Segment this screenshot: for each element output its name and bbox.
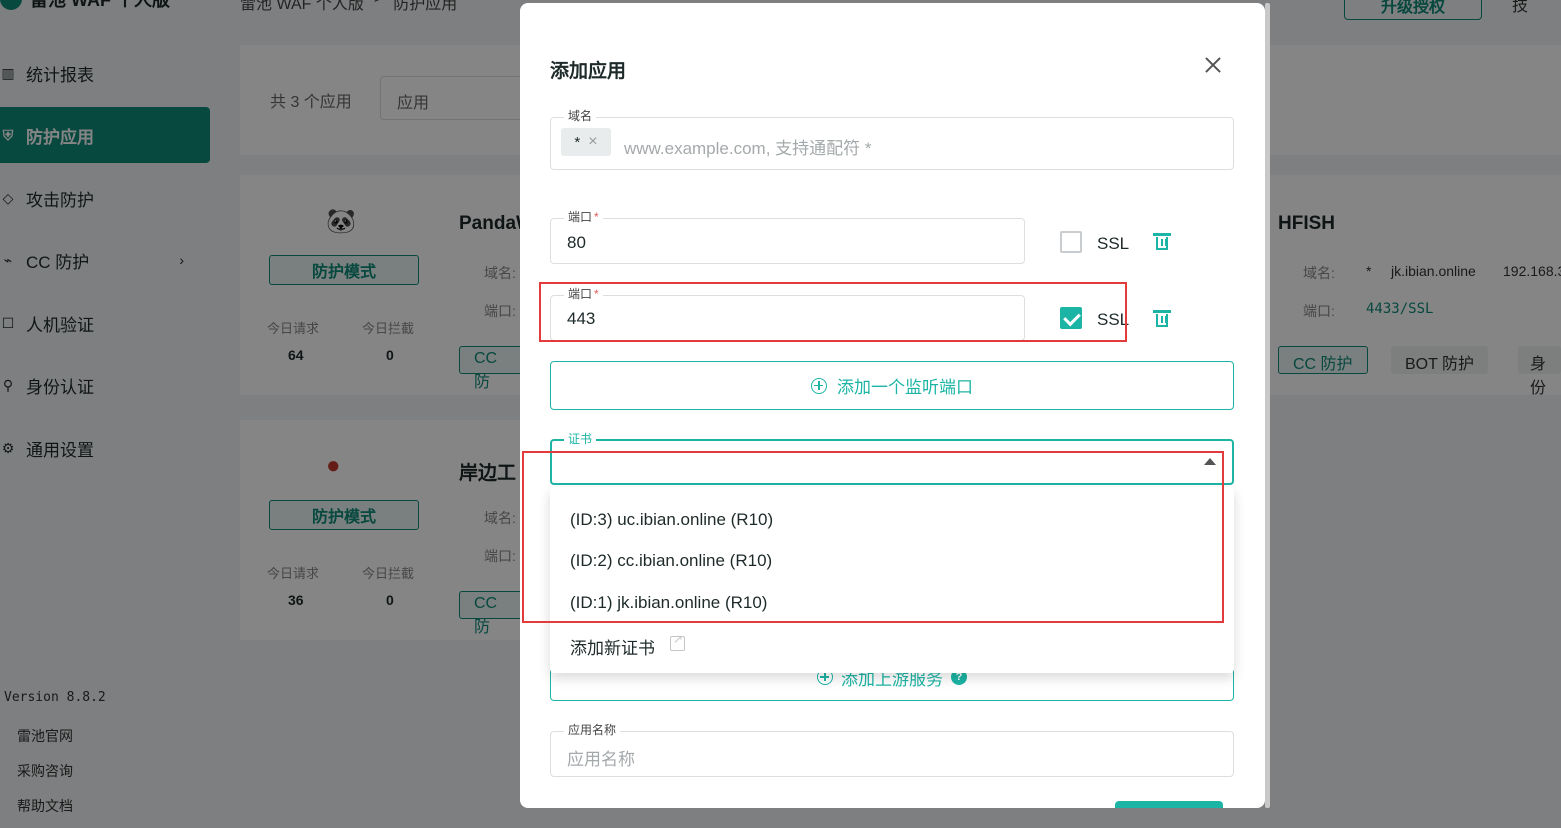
caret-up-icon[interactable] bbox=[1204, 458, 1216, 465]
certificate-dropdown: (ID:3) uc.ibian.online (R10) (ID:2) cc.i… bbox=[550, 487, 1234, 673]
external-link-icon bbox=[670, 632, 685, 651]
ssl-checkbox[interactable] bbox=[1060, 231, 1082, 253]
port-label: 端口 * bbox=[564, 210, 603, 224]
dialog-title: 添加应用 bbox=[550, 61, 627, 82]
add-app-dialog: 添加应用 * × www.example.com, 支持通配符 * 域名 80 … bbox=[520, 3, 1265, 808]
certificate-option[interactable]: (ID:2) cc.ibian.online (R10) bbox=[570, 551, 772, 571]
ssl-label: SSL bbox=[1097, 234, 1130, 253]
domain-chip-label: * bbox=[574, 133, 581, 151]
dialog-scrollbar[interactable] bbox=[1265, 3, 1270, 808]
domain-field[interactable]: * × www.example.com, 支持通配符 * bbox=[550, 117, 1234, 170]
certificate-select[interactable] bbox=[550, 439, 1234, 485]
submit-button[interactable] bbox=[1115, 801, 1223, 808]
ssl-checkbox-checked[interactable] bbox=[1060, 307, 1082, 329]
chip-remove-icon[interactable]: × bbox=[588, 133, 597, 151]
certificate-label-text: 证书 bbox=[568, 432, 593, 446]
add-listen-port-button[interactable]: 添加一个监听端口 bbox=[550, 361, 1234, 410]
app-name-label-text: 应用名称 bbox=[568, 723, 617, 737]
add-port-label: 添加一个监听端口 bbox=[837, 378, 973, 397]
port-value: 443 bbox=[567, 309, 596, 328]
certificate-option[interactable]: (ID:1) jk.ibian.online (R10) bbox=[570, 593, 767, 613]
domain-label: 域名 bbox=[564, 109, 597, 123]
delete-port-icon[interactable] bbox=[1153, 233, 1171, 250]
port-value: 80 bbox=[567, 233, 586, 252]
app-name-label: 应用名称 bbox=[564, 723, 621, 737]
add-new-certificate-option[interactable]: 添加新证书 bbox=[570, 634, 655, 659]
add-new-certificate-label: 添加新证书 bbox=[570, 639, 655, 658]
port-input-443[interactable]: 443 bbox=[550, 295, 1025, 341]
port-label-text: 端口 bbox=[568, 287, 593, 301]
delete-port-icon[interactable] bbox=[1153, 310, 1171, 327]
port-input-80[interactable]: 80 bbox=[550, 218, 1025, 264]
domain-label-text: 域名 bbox=[568, 109, 593, 123]
port-label-text: 端口 bbox=[568, 210, 593, 224]
domain-chip[interactable]: * × bbox=[561, 128, 611, 156]
required-mark: * bbox=[594, 210, 599, 224]
close-icon[interactable] bbox=[1201, 53, 1225, 77]
domain-placeholder: www.example.com, 支持通配符 * bbox=[624, 139, 872, 158]
certificate-label: 证书 bbox=[564, 432, 597, 446]
port-label: 端口 * bbox=[564, 287, 603, 301]
ssl-label: SSL bbox=[1097, 310, 1130, 329]
required-mark: * bbox=[594, 287, 599, 301]
certificate-option[interactable]: (ID:3) uc.ibian.online (R10) bbox=[570, 510, 773, 530]
plus-circle-icon bbox=[811, 377, 827, 394]
app-name-placeholder: 应用名称 bbox=[567, 750, 635, 769]
app-name-field[interactable]: 应用名称 bbox=[550, 731, 1234, 777]
